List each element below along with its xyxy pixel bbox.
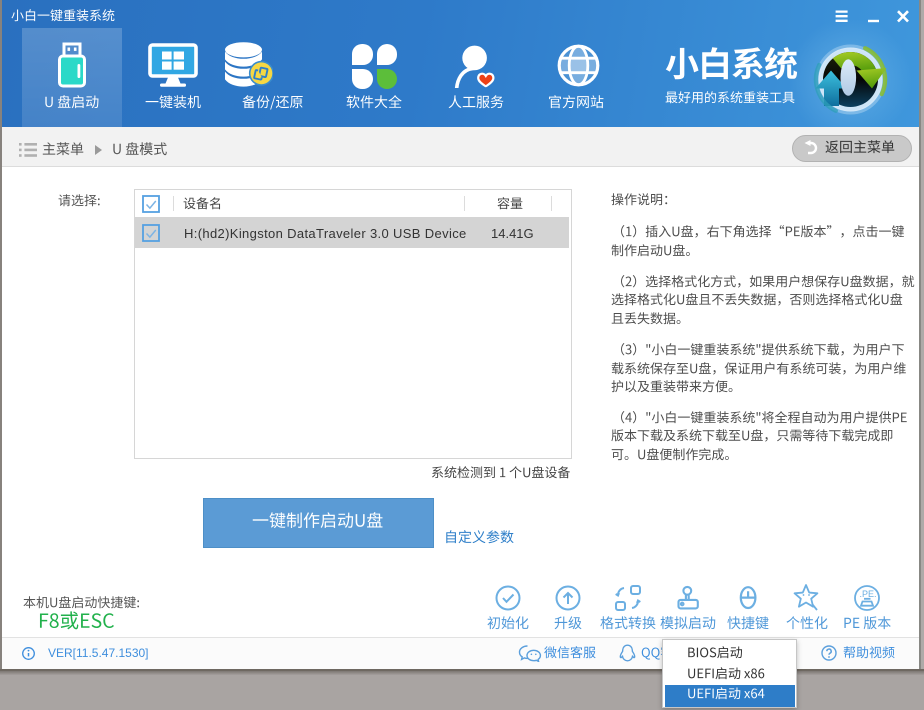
svg-text:.PE.: .PE.	[860, 589, 877, 599]
